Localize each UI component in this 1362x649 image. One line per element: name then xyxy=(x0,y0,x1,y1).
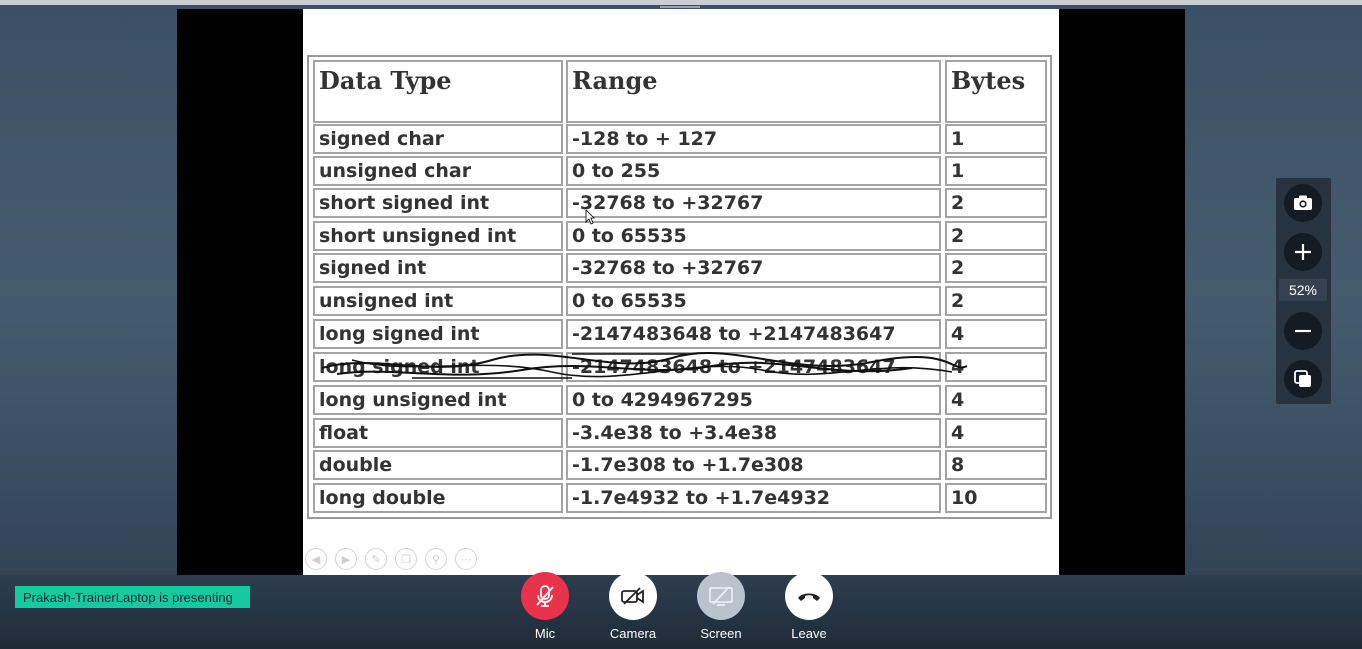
slide-navigation: ◀ ▶ ✎ ❐ ⚲ ⋯ xyxy=(305,548,477,572)
camera-label: Camera xyxy=(609,626,657,641)
camera-off-icon xyxy=(621,587,644,605)
table-cell-type: unsigned char xyxy=(313,156,563,186)
table-cell-type: long unsigned int xyxy=(313,385,563,415)
zoom-level: 52% xyxy=(1279,279,1327,301)
screen-button[interactable] xyxy=(697,572,745,620)
table-cell-type: long signed int xyxy=(313,319,563,349)
table-cell-type: long signed int xyxy=(313,352,563,382)
leave-control: Leave xyxy=(779,572,839,641)
zoom-out-icon[interactable] xyxy=(1284,312,1322,350)
previous-slide-icon[interactable]: ◀ xyxy=(305,548,327,570)
table-cell-bytes: 10 xyxy=(945,483,1047,513)
table-cell-bytes: 1 xyxy=(945,156,1047,186)
table-cell-bytes: 4 xyxy=(945,418,1047,448)
screen-control: Screen xyxy=(691,572,751,641)
copy-icon[interactable]: ❐ xyxy=(395,548,417,570)
table-cell-range: -32768 to +32767 xyxy=(566,188,941,218)
presenting-banner: Prakash-TrainerLaptop is presenting xyxy=(15,586,250,608)
range-header: Range xyxy=(566,60,941,123)
mouse-cursor-icon xyxy=(585,209,595,225)
table-cell-range: -128 to + 127 xyxy=(566,124,941,154)
mic-off-icon xyxy=(536,585,554,607)
table-cell-range: 0 to 65535 xyxy=(566,221,941,251)
table-cell-bytes: 2 xyxy=(945,253,1047,283)
window-top-bar xyxy=(0,0,1362,5)
bytes-header: Bytes xyxy=(945,60,1047,123)
table-cell-type: double xyxy=(313,450,563,480)
table-cell-type: short unsigned int xyxy=(313,221,563,251)
pen-icon[interactable]: ✎ xyxy=(365,548,387,570)
table-cell-range: 0 to 4294967295 xyxy=(566,385,941,415)
table-cell-type: signed int xyxy=(313,253,563,283)
table-cell-range: -2147483648 to +2147483647 xyxy=(566,319,941,349)
table-cell-type: long double xyxy=(313,483,563,513)
table-cell-type: signed char xyxy=(313,124,563,154)
table-cell-bytes: 4 xyxy=(945,319,1047,349)
table-cell-bytes: 2 xyxy=(945,221,1047,251)
screen-label: Screen xyxy=(700,626,742,641)
leave-button[interactable] xyxy=(785,572,833,620)
magnifier-icon[interactable]: ⚲ xyxy=(425,548,447,570)
table-cell-type: float xyxy=(313,418,563,448)
zoom-side-panel: 52% xyxy=(1276,178,1331,404)
table-cell-type: short signed int xyxy=(313,188,563,218)
leave-label: Leave xyxy=(791,626,827,641)
data-type-table: Data Type Range Bytes signed char -128 to + … xyxy=(307,55,1052,519)
camera-snapshot-icon[interactable] xyxy=(1284,184,1322,222)
table-cell-range: -3.4e38 to +3.4e38 xyxy=(566,418,941,448)
table-cell-range: -1.7e4932 to +1.7e4932 xyxy=(566,483,941,513)
table-cell-range: -2147483648 to +2147483647 xyxy=(566,352,941,382)
zoom-in-icon[interactable] xyxy=(1284,233,1322,271)
mic-label: Mic xyxy=(534,626,556,641)
drag-handle[interactable] xyxy=(660,6,700,8)
mic-button[interactable] xyxy=(521,572,569,620)
table-cell-bytes: 4 xyxy=(945,385,1047,415)
table-cell-bytes: 8 xyxy=(945,450,1047,480)
table-cell-bytes: 2 xyxy=(945,188,1047,218)
screen-share-off-icon xyxy=(709,586,733,606)
camera-button[interactable] xyxy=(609,572,657,620)
table-cell-type: unsigned int xyxy=(313,286,563,316)
next-slide-icon[interactable]: ▶ xyxy=(335,548,357,570)
table-cell-range: -1.7e308 to +1.7e308 xyxy=(566,450,941,480)
hang-up-icon xyxy=(798,593,820,601)
data-type-header: Data Type xyxy=(313,60,563,123)
more-options-icon[interactable]: ⋯ xyxy=(455,548,477,570)
table-cell-bytes: 4 xyxy=(945,352,1047,382)
table-cell-range: 0 to 255 xyxy=(566,156,941,186)
table-cell-range: 0 to 65535 xyxy=(566,286,941,316)
table-cell-bytes: 2 xyxy=(945,286,1047,316)
table-cell-bytes: 1 xyxy=(945,124,1047,154)
popout-icon[interactable] xyxy=(1284,360,1322,398)
mic-control: Mic xyxy=(515,572,575,641)
camera-control: Camera xyxy=(603,572,663,641)
table-cell-range: -32768 to +32767 xyxy=(566,253,941,283)
